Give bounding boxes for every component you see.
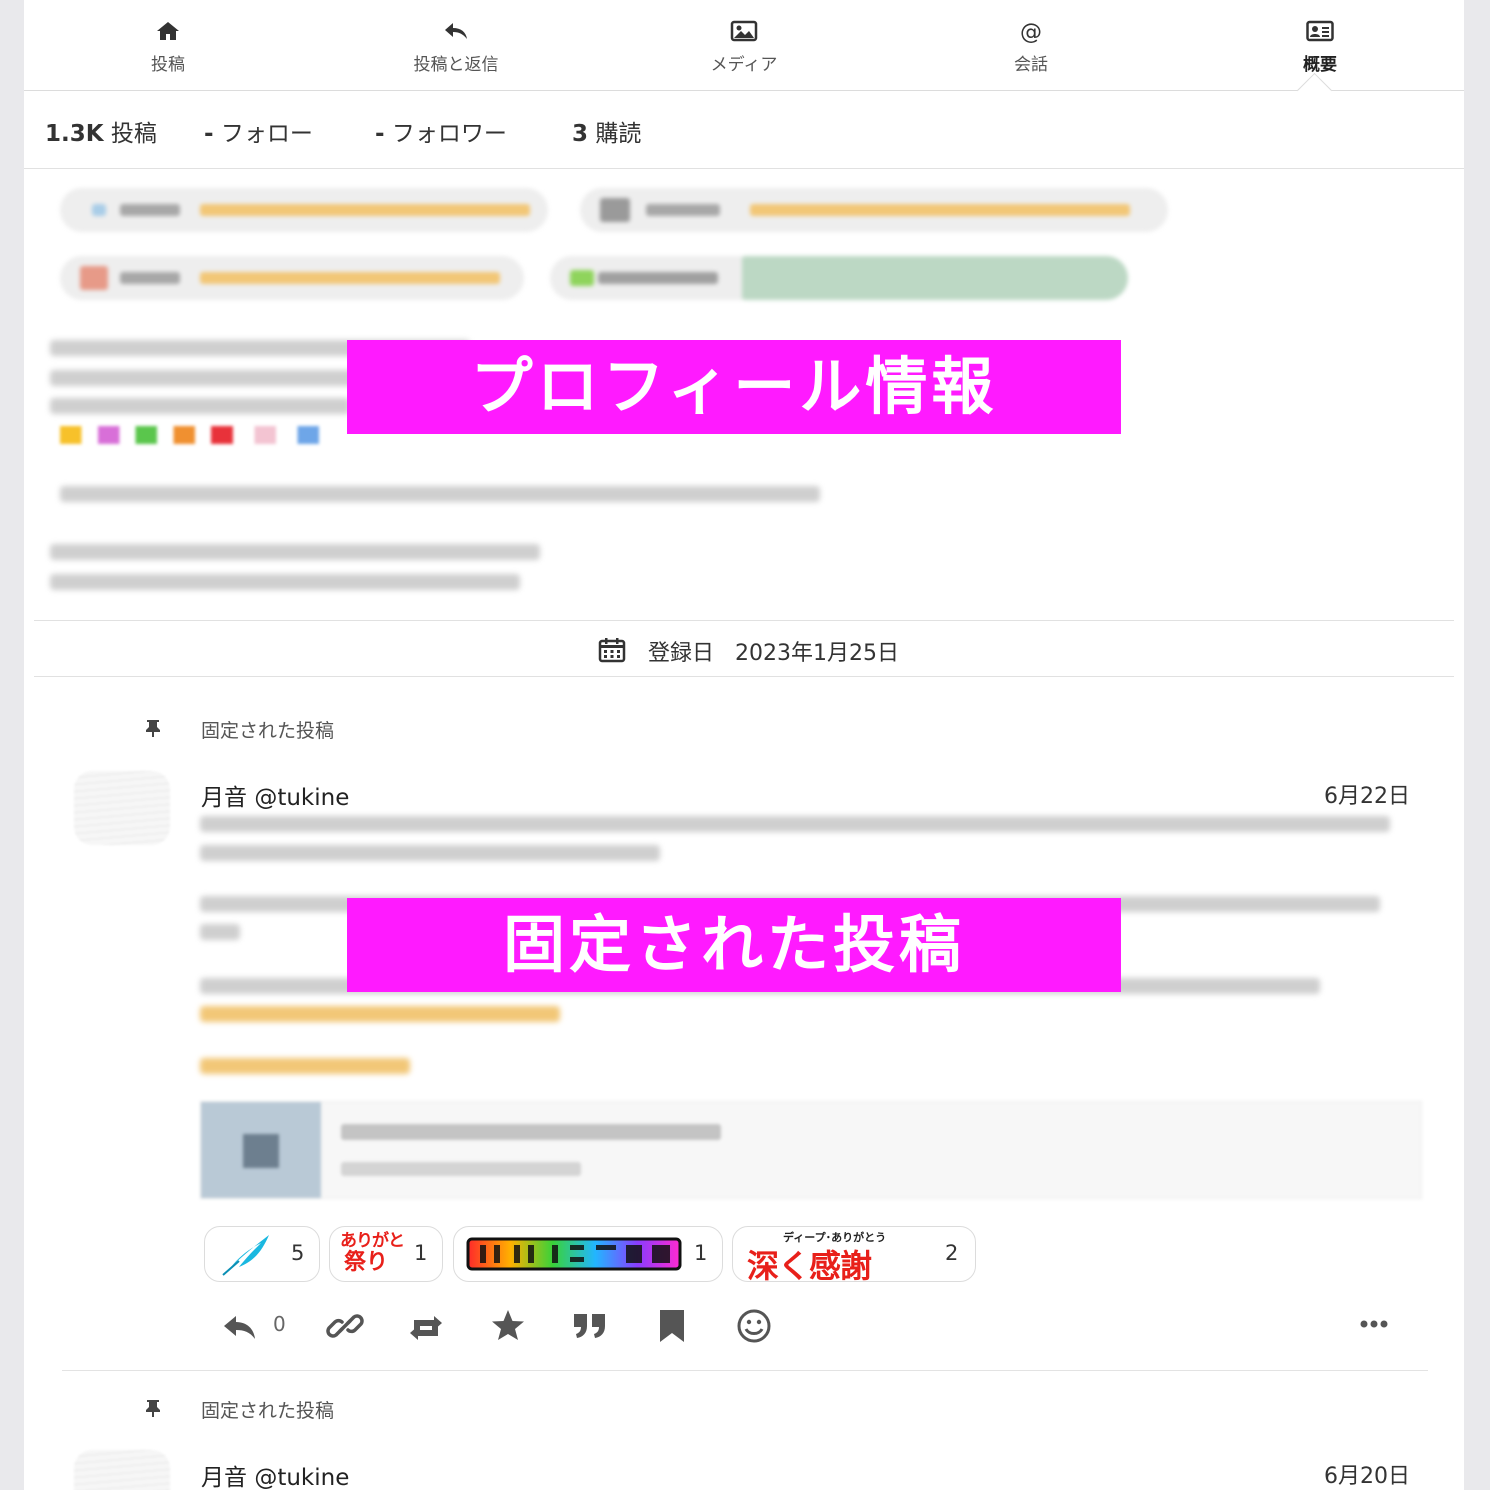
bio-line [60,486,820,502]
subscriptions-count-value: 3 [572,121,589,147]
reply-icon [445,23,467,39]
avatar[interactable] [74,1450,170,1490]
reply-button[interactable] [220,1306,260,1346]
pin-icon [146,1400,160,1417]
followers-count-label: フォロワー [391,121,507,147]
post-link-line[interactable] [200,1058,410,1074]
boost-button[interactable] [406,1306,446,1346]
profile-counts: 1.3K 投稿 - フォロー - フォロワー 3 購読 [24,92,1464,169]
tab-label: 概要 [1303,55,1337,75]
more-options-icon[interactable] [1354,1306,1394,1346]
profile-tabs: 投稿 投稿と返信 メディア @ 会話 概要 [24,0,1464,109]
following-count[interactable]: - フォロー [204,114,313,148]
arigato-matsuri-emoji-icon: ありがと 祭り [340,1231,405,1277]
avatar[interactable] [74,771,170,845]
author-name: 月音 [201,1465,247,1490]
arigato-text: ありがと [340,1231,405,1251]
author-handle: @tukine [254,1465,350,1490]
tab-label: 投稿 [151,55,185,75]
reaction-count: 1 [694,1241,708,1265]
bio-line [50,398,350,414]
tab-label: 投稿と返信 [413,55,499,75]
tab-about[interactable]: 概要 [1220,0,1420,90]
tab-posts[interactable]: 投稿 [68,0,268,90]
post-date[interactable]: 6月20日 [1324,1458,1410,1490]
author-name: 月音 [201,785,247,811]
profile-field[interactable] [550,256,1128,300]
bio-emoji-row [60,426,330,444]
tab-posts-and-replies[interactable]: 投稿と返信 [356,0,556,90]
profile-card-icon [1306,20,1334,42]
post-text-line [200,924,240,940]
bookmark-button[interactable] [652,1306,692,1346]
reaction-deep-thanks[interactable]: ディープ･ありがとう 深く感謝 2 [732,1226,976,1285]
followers-count-value: - [375,121,385,147]
bio-line [50,544,540,560]
pin-icon [146,720,160,737]
reaction-count: 5 [291,1241,305,1265]
joined-label: 登録日 [648,641,715,666]
subscriptions-count-label: 購読 [595,121,642,147]
joined-date: 2023年1月25日 [735,641,899,666]
link-preview-thumbnail [201,1102,321,1198]
profile-page: 投稿 投稿と返信 メディア @ 会話 概要 1.3K 投稿 - フォロー - フ… [24,0,1464,1490]
tab-label: 会話 [1014,55,1048,75]
posts-count-label: 投稿 [110,121,157,147]
joined-date-row: 登録日 2023年1月25日 [34,620,1454,677]
following-count-value: - [204,121,214,147]
calendar-icon [598,638,626,663]
deep-thanks-emoji-icon: ディープ･ありがとう 深く感謝 [747,1229,927,1285]
profile-info-overlay: プロフィール情報 [347,340,1121,434]
posts-count-value: 1.3K [45,121,104,147]
quote-button[interactable] [570,1306,610,1346]
post-divider [62,1370,1428,1371]
reaction-arigato-matsuri[interactable]: ありがと 祭り 1 [329,1226,443,1282]
reaction-feather[interactable]: 5 [204,1226,320,1282]
post-text-line [200,816,1390,832]
profile-field[interactable] [580,188,1168,232]
pinned-label: 固定された投稿 [201,1400,335,1422]
bio-line [50,574,520,590]
emoji-reaction-button[interactable] [734,1306,774,1346]
profile-field[interactable] [60,256,524,300]
post-author[interactable]: 月音 @tukine [201,778,349,812]
deep-thanks-text: 深く感謝 [747,1247,872,1285]
reaction-count: 1 [414,1241,428,1265]
followers-count[interactable]: - フォロワー [375,114,507,148]
post-author[interactable]: 月音 @tukine [201,1458,349,1490]
ultra-kansha-emoji-icon [466,1237,682,1271]
following-count-label: フォロー [220,121,313,147]
tab-label: メディア [710,55,778,75]
image-icon [730,20,758,42]
home-icon [157,22,179,40]
reaction-count: 2 [945,1241,959,1265]
tab-media[interactable]: メディア [644,0,844,90]
reaction-ultra-kansha[interactable]: 1 [453,1226,723,1282]
reply-count: 0 [273,1312,286,1336]
joined-date-text: 登録日 2023年1月25日 [648,635,899,667]
matsuri-text: 祭り [344,1250,389,1275]
favourite-button[interactable] [488,1306,528,1346]
pinned-label: 固定された投稿 [201,720,335,742]
pinned-post-overlay: 固定された投稿 [347,898,1121,992]
author-handle: @tukine [254,785,350,811]
profile-field[interactable] [60,188,548,232]
feather-emoji-icon [222,1235,269,1276]
svg-text:@: @ [1020,20,1042,43]
subscriptions-count[interactable]: 3 購読 [572,114,641,148]
posts-count[interactable]: 1.3K 投稿 [45,114,157,148]
post-link-line[interactable] [200,1006,560,1022]
at-sign-icon: @ [1020,20,1042,43]
tab-conversations[interactable]: @ 会話 [931,0,1131,90]
link-icon[interactable] [325,1306,365,1346]
post-date[interactable]: 6月22日 [1324,778,1410,810]
link-preview-card[interactable] [200,1101,1422,1199]
post-text-line [200,845,660,861]
